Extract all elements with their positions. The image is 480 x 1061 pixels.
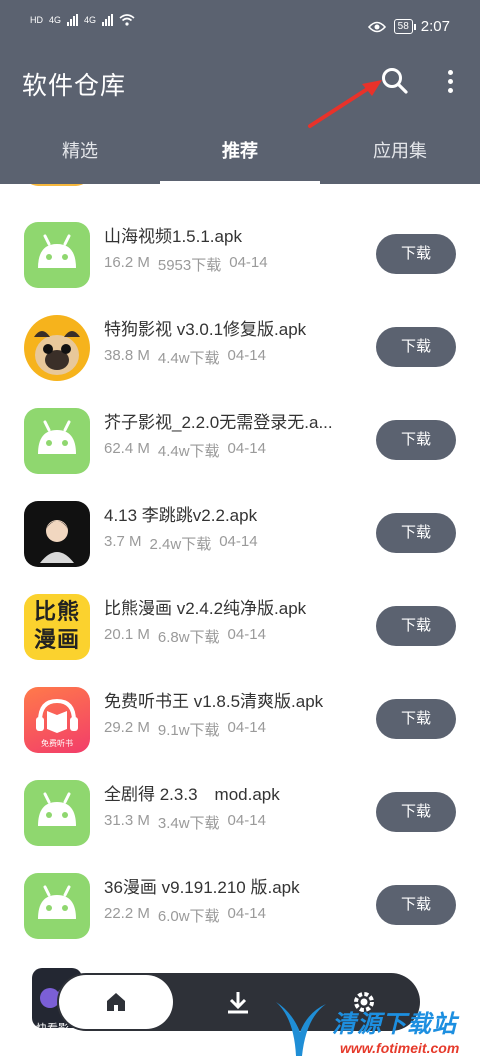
- app-date: 04-14: [227, 812, 266, 829]
- app-downloads: 4.4w下载: [157, 443, 220, 460]
- app-downloads: 6.8w下载: [157, 629, 220, 646]
- status-bar: HD 4G 4G 58 2:07: [0, 0, 480, 56]
- list-item[interactable]: 特狗影视 v3.0.1修复版.apk 38.8 M 4.4w下载 04-14 下载: [0, 315, 480, 408]
- network-label-1: 4G: [49, 15, 62, 25]
- audiobook-app-icon: 免费听书: [24, 687, 90, 753]
- status-right: 58 2:07: [367, 18, 450, 35]
- watermark-title: 清源下载站: [332, 1011, 457, 1038]
- app-size: 62.4 M: [104, 440, 150, 457]
- app-meta: 29.2 M 9.1w下载 04-14: [104, 719, 266, 740]
- app-size: 20.1 M: [104, 626, 150, 643]
- page-title: 软件仓库: [22, 72, 127, 100]
- list-item[interactable]: 山海视频1.5.1.apk 16.2 M 5953下载 04-14 下载: [0, 222, 480, 315]
- app-name: 免费听书王 v1.8.5清爽版.apk: [104, 692, 324, 711]
- partial-app-icon: [24, 184, 90, 186]
- bixiong-app-icon: 比熊漫画: [24, 594, 90, 660]
- app-name: 芥子影视_2.2.0无需登录无.a...: [104, 413, 333, 432]
- watermark-emblem: [276, 1002, 326, 1056]
- eye-icon: [367, 21, 386, 32]
- android-icon: [24, 780, 90, 846]
- android-icon: [24, 222, 90, 288]
- wifi-icon: [119, 14, 135, 26]
- app-meta: 20.1 M 6.8w下载 04-14: [104, 626, 266, 647]
- app-meta: 38.8 M 4.4w下载 04-14: [104, 347, 266, 368]
- app-list[interactable]: 山海视频1.5.1.apk 16.2 M 5953下载 04-14 下载 特狗影视 …: [0, 184, 480, 984]
- app-date: 04-14: [227, 719, 266, 736]
- download-button[interactable]: 下载: [376, 327, 456, 367]
- app-size: 22.2 M: [104, 905, 150, 922]
- download-button[interactable]: 下载: [376, 234, 456, 274]
- app-size: 38.8 M: [104, 347, 150, 364]
- download-button[interactable]: 下载: [376, 699, 456, 739]
- home-icon: [107, 993, 125, 1011]
- app-size: 31.3 M: [104, 812, 150, 829]
- avatar-app-icon: [24, 501, 90, 567]
- app-meta: 31.3 M 3.4w下载 04-14: [104, 812, 266, 833]
- signal-icon: [67, 14, 79, 26]
- list-item[interactable]: 全剧得 2.3.3 mod.apk 31.3 M 3.4w下载 04-14 下载: [0, 780, 480, 873]
- network-label-2: 4G: [84, 15, 97, 25]
- search-icon[interactable]: [378, 64, 412, 98]
- android-icon: [24, 408, 90, 474]
- list-item[interactable]: 比熊漫画 比熊漫画 v2.4.2纯净版.apk 20.1 M 6.8w下载 04-1…: [0, 594, 480, 687]
- audiobook-icon-text: 免费听书: [41, 739, 73, 748]
- tab-collections[interactable]: 应用集: [320, 126, 480, 184]
- app-meta: 16.2 M 5953下载 04-14: [104, 254, 268, 275]
- annotation-arrow: [308, 80, 382, 128]
- signal-indicators: HD 4G 4G: [30, 14, 135, 26]
- watermark-logo: 清源下载站 www.fotimeit.com: [270, 998, 475, 1060]
- pug-app-icon: [24, 315, 90, 381]
- app-downloads: 3.4w下载: [157, 815, 220, 832]
- app-date: 04-14: [227, 440, 266, 457]
- download-button[interactable]: 下载: [376, 606, 456, 646]
- tab-bar: 精选 推荐 应用集: [0, 126, 480, 184]
- app-size: 16.2 M: [104, 254, 150, 271]
- watermark-url: www.fotimeit.com: [340, 1040, 460, 1056]
- download-button[interactable]: 下载: [376, 513, 456, 553]
- app-name: 全剧得 2.3.3 mod.apk: [104, 785, 280, 804]
- battery-indicator: 58: [393, 19, 416, 34]
- app-date: 04-14: [227, 905, 266, 922]
- download-icon[interactable]: [223, 987, 253, 1017]
- app-meta: 3.7 M 2.4w下载 04-14: [104, 533, 258, 554]
- partial-app-label: 快看影: [36, 1023, 69, 1035]
- app-date: 04-14: [227, 347, 266, 364]
- app-meta: 22.2 M 6.0w下载 04-14: [104, 905, 266, 926]
- app-name: 36漫画 v9.191.210 版.apk: [104, 878, 300, 897]
- android-icon: [24, 873, 90, 939]
- app-date: 04-14: [227, 626, 266, 643]
- app-name: 4.13 李跳跳v2.2.apk: [104, 506, 258, 525]
- download-button[interactable]: 下载: [376, 792, 456, 832]
- app-bar: HD 4G 4G 58 2:07 软件仓库 精选 推荐 应用集: [0, 0, 480, 184]
- nav-home[interactable]: [59, 975, 173, 1029]
- list-item[interactable]: 芥子影视_2.2.0无需登录无.a... 62.4 M 4.4w下载 04-14 下…: [0, 408, 480, 501]
- app-date: 04-14: [219, 533, 258, 550]
- list-item[interactable]: 36漫画 v9.191.210 版.apk 22.2 M 6.0w下载 04-14 …: [0, 873, 480, 966]
- app-downloads: 4.4w下载: [157, 350, 220, 367]
- app-date: 04-14: [229, 254, 268, 271]
- app-size: 3.7 M: [104, 533, 142, 550]
- app-name: 比熊漫画 v2.4.2纯净版.apk: [104, 599, 307, 618]
- app-downloads: 2.4w下载: [149, 536, 212, 553]
- status-time: 2:07: [420, 18, 450, 35]
- app-downloads: 9.1w下载: [157, 722, 220, 739]
- app-downloads: 5953下载: [157, 257, 222, 274]
- app-size: 29.2 M: [104, 719, 150, 736]
- list-item[interactable]: 4.13 李跳跳v2.2.apk 3.7 M 2.4w下载 04-14 下载: [0, 501, 480, 594]
- tab-featured[interactable]: 精选: [0, 126, 160, 184]
- app-name: 山海视频1.5.1.apk: [104, 227, 242, 246]
- app-meta: 62.4 M 4.4w下载 04-14: [104, 440, 266, 461]
- signal-icon-2: [102, 14, 114, 26]
- tab-recommended[interactable]: 推荐: [160, 126, 320, 184]
- app-name: 特狗影视 v3.0.1修复版.apk: [104, 320, 307, 339]
- list-item[interactable]: 免费听书 免费听书王 v1.8.5清爽版.apk 29.2 M 9.1w下载 04-…: [0, 687, 480, 780]
- more-vert-icon[interactable]: [438, 66, 462, 96]
- download-button[interactable]: 下载: [376, 885, 456, 925]
- app-downloads: 6.0w下载: [157, 908, 220, 925]
- hd-label: HD: [30, 15, 43, 25]
- download-button[interactable]: 下载: [376, 420, 456, 460]
